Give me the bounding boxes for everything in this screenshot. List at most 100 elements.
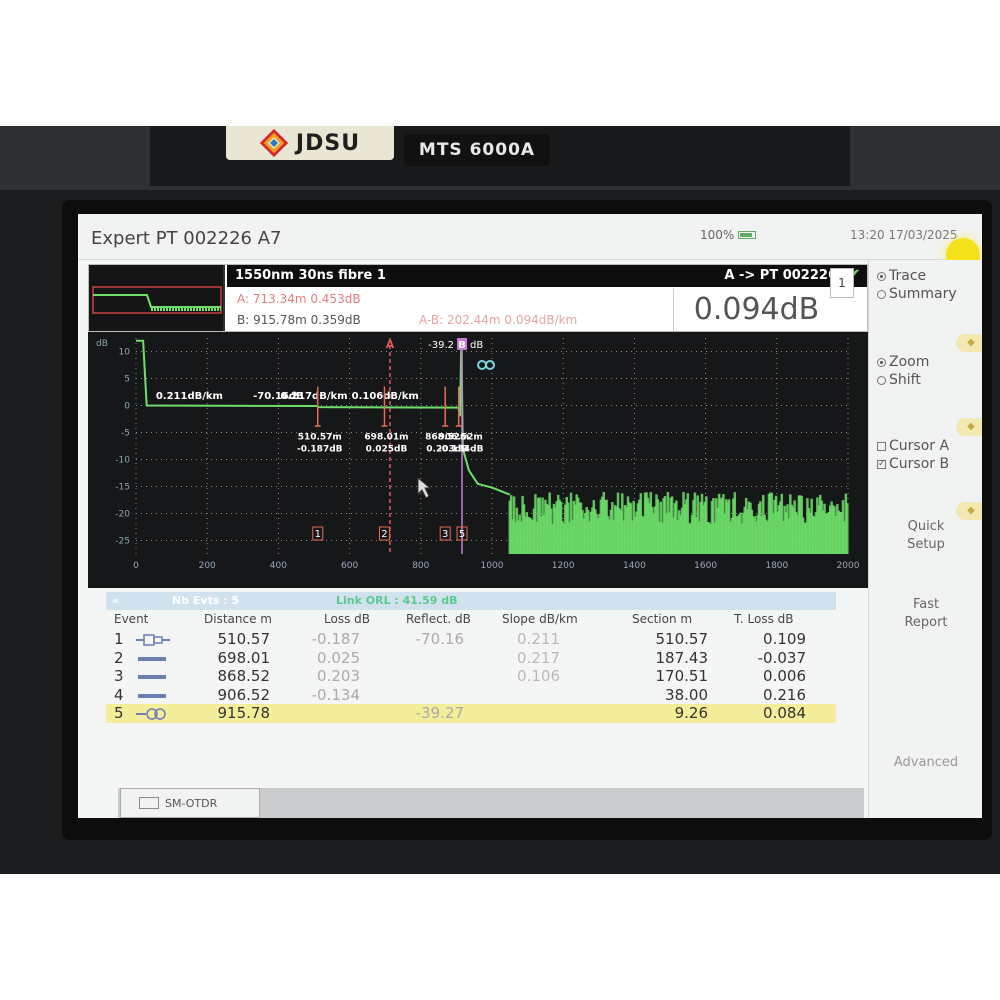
collapse-icon[interactable]: «	[112, 594, 119, 607]
expand-arrow-icon[interactable]: ◆	[956, 418, 982, 436]
y-tick-label: -20	[115, 510, 130, 520]
table-header: Event Distance m Loss dB Reflect. dB Slo…	[106, 612, 836, 630]
event-total-loss: 0.216	[763, 685, 806, 704]
checkbox-cursor-b[interactable]: ✓ Cursor B	[877, 456, 949, 472]
radio-summary-label: Summary	[889, 286, 957, 302]
cursor-a-label: Cursor A	[889, 438, 950, 454]
page-indicator[interactable]: 1	[830, 268, 854, 298]
event-loss: -0.134	[311, 685, 360, 704]
y-tick-label: -10	[115, 456, 130, 466]
y-unit-label: dB	[96, 339, 108, 349]
radio-shift[interactable]: Shift	[877, 372, 921, 388]
col-section: Section m	[632, 612, 693, 626]
y-tick-label: 0	[124, 402, 130, 412]
trace-plot[interactable]: 0 200 400 600 800 1000 1200 1400 1600 1800 2000105…	[88, 332, 868, 588]
cursor-a-readout: A: 713.34m 0.453dB	[237, 292, 361, 306]
table-row[interactable]: 4 906.52 -0.134 38.00 0.216	[106, 686, 836, 705]
col-loss: Loss dB	[324, 612, 370, 626]
advanced-button[interactable]: Advanced	[869, 754, 982, 772]
trace-overview-thumbnail[interactable]	[89, 265, 225, 331]
event-number: 1	[114, 630, 124, 648]
fast-report-button[interactable]: Fast Report	[869, 596, 982, 632]
brand-name: JDSU	[295, 130, 361, 156]
link-orl: Link ORL : 41.59 dB	[336, 594, 458, 607]
event-section: 9.26	[674, 704, 708, 722]
otdr-trace-graph[interactable]: 0 200 400 600 800 1000 1200 1400 1600 1800 2000 10 5…	[88, 332, 868, 588]
event-total-loss: 0.084	[763, 704, 806, 722]
splice-event-icon	[136, 652, 170, 666]
events-table: Event Distance m Loss dB Reflect. dB Slo…	[106, 612, 836, 723]
cursor-b-marker: B	[458, 340, 466, 351]
event-number: 1	[315, 529, 321, 540]
y-tick-label: -25	[115, 537, 130, 547]
radio-on-icon	[877, 271, 886, 281]
fast-report-label-2: Report	[904, 615, 948, 630]
acquisition-params: 1550nm 30ns fibre 1	[235, 268, 386, 283]
event-loss-label: -0.134dB	[438, 444, 484, 454]
event-number: 3	[442, 529, 448, 540]
col-slope: Slope dB/km	[502, 612, 578, 626]
event-reflectance: -70.16	[415, 630, 464, 648]
radio-zoom-label: Zoom	[889, 354, 930, 370]
event-number: 2	[381, 529, 387, 540]
battery-status: 100%	[700, 228, 757, 242]
x-tick-label: 2000	[837, 561, 860, 571]
app-title: Expert PT 002226 A7	[91, 228, 282, 249]
event-loss-label: -0.187dB	[297, 444, 343, 454]
pointer-cursor-icon	[417, 476, 432, 499]
reflectance-label: -39.2	[428, 340, 454, 351]
battery-icon	[738, 231, 757, 239]
tab-strip: SM-OTDR	[118, 788, 864, 818]
radio-trace[interactable]: Trace	[877, 268, 926, 284]
fast-report-label: Fast	[912, 597, 940, 612]
expand-arrow-icon[interactable]: ◆	[956, 334, 982, 352]
table-row[interactable]: 3 868.52 0.203 0.106 170.51 0.006	[106, 667, 836, 686]
events-header[interactable]: « Nb Evts : 5 Link ORL : 41.59 dB	[106, 592, 836, 610]
x-tick-label: 1600	[694, 561, 717, 571]
event-section: 510.57	[655, 630, 709, 648]
event-section: 187.43	[655, 648, 709, 667]
otdr-module-icon	[139, 797, 159, 809]
event-loss: -0.187	[311, 630, 360, 648]
radio-summary[interactable]: Summary	[877, 286, 957, 302]
splice-event-icon	[136, 670, 170, 684]
x-tick-label: 0	[133, 561, 139, 571]
radio-zoom[interactable]: Zoom	[877, 354, 929, 370]
cursor-a-marker: A	[386, 338, 395, 351]
y-tick-label: -15	[115, 483, 130, 493]
event-number: 2	[114, 648, 124, 667]
event-number: 3	[114, 667, 124, 685]
radio-off-icon	[877, 289, 886, 299]
quick-setup-label-2: Setup	[907, 537, 945, 552]
reflectance-unit: dB	[470, 340, 483, 351]
col-event: Event	[114, 612, 149, 626]
event-distance: 906.52	[217, 685, 271, 704]
trace-header: 1550nm 30ns fibre 1 A -> PT 002226 ✔ A: …	[88, 264, 868, 332]
col-total-loss: T. Loss dB	[734, 612, 794, 626]
event-total-loss: 0.109	[763, 630, 806, 648]
event-total-loss: -0.037	[757, 648, 806, 667]
overview-trace-icon	[92, 286, 222, 314]
table-row[interactable]: 1 510.57 -0.187 -70.16 0.211 510.57 0.109	[106, 630, 836, 649]
event-distance: 915.78	[217, 704, 271, 722]
tab-sm-otdr[interactable]: SM-OTDR	[120, 788, 260, 818]
photo-background: JDSU MTS 6000A Expert PT 002226 A7 100% …	[0, 0, 1000, 1000]
table-row[interactable]: 2 698.01 0.025 0.217 187.43 -0.037	[106, 649, 836, 668]
reflective-event-icon	[136, 633, 170, 647]
clock: 13:20 17/03/2025	[850, 228, 958, 242]
checkbox-cursor-a[interactable]: Cursor A	[877, 438, 949, 454]
event-slope: 0.217	[517, 648, 560, 667]
brand-plate: JDSU	[226, 126, 394, 160]
cursor-ab-readout: A-B: 202.44m 0.094dB/km	[419, 313, 578, 327]
x-tick-label: 800	[412, 561, 429, 571]
quick-setup-button[interactable]: Quick Setup	[869, 518, 982, 554]
event-section: 38.00	[665, 685, 708, 704]
otdr-screen: Expert PT 002226 A7 100% 13:20 17/03/202…	[78, 214, 982, 818]
x-tick-label: 1400	[623, 561, 646, 571]
fiber-end-icon	[136, 707, 170, 721]
event-distance: 698.01	[217, 648, 271, 667]
advanced-label: Advanced	[893, 755, 959, 770]
table-row[interactable]: 5 915.78 -39.27 9.26 0.084	[106, 704, 836, 723]
splice-event-icon	[136, 689, 170, 703]
x-tick-label: 1200	[552, 561, 575, 571]
